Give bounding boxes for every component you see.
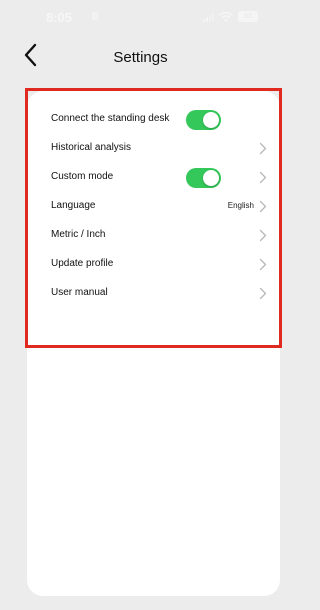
setting-metric-inch[interactable]: Metric / Inch <box>27 221 280 250</box>
language-value: English <box>227 201 254 210</box>
status-icons: 53 <box>199 10 263 24</box>
toggle-knob <box>203 112 219 128</box>
status-time: 8:05 <box>46 10 73 25</box>
chevron-right-icon <box>259 171 267 184</box>
setting-user-manual[interactable]: User manual <box>27 279 280 308</box>
setting-custom-mode[interactable]: Custom mode <box>27 163 280 192</box>
page-title: Settings <box>113 49 168 66</box>
wifi-icon <box>219 11 233 22</box>
setting-label: Historical analysis <box>51 142 132 153</box>
custom-mode-toggle[interactable] <box>186 168 221 188</box>
status-bar: 8:05 53 <box>0 0 281 34</box>
setting-language[interactable]: Language English <box>27 192 280 221</box>
nav-bar: Settings <box>0 34 281 76</box>
chevron-right-icon <box>259 287 267 300</box>
setting-label: Language <box>51 200 96 211</box>
settings-list: Connect the standing desk Historical ana… <box>27 105 280 308</box>
setting-label: Update profile <box>51 258 114 269</box>
setting-update-profile[interactable]: Update profile <box>27 250 280 279</box>
settings-screen: 8:05 53 Settings Connect the standing de… <box>0 0 282 610</box>
chevron-right-icon <box>259 142 267 155</box>
setting-label: Metric / Inch <box>51 229 106 240</box>
signal-icon <box>203 13 214 22</box>
standing-desk-toggle[interactable] <box>186 110 221 130</box>
battery-icon: 53 <box>238 11 258 22</box>
setting-label: User manual <box>51 287 108 298</box>
lock-icon <box>92 12 98 20</box>
toggle-knob <box>203 170 219 186</box>
chevron-right-icon <box>259 229 267 242</box>
setting-label: Custom mode <box>51 171 114 182</box>
chevron-right-icon <box>259 258 267 271</box>
setting-label: Connect the standing desk <box>51 113 170 124</box>
setting-historical-analysis[interactable]: Historical analysis <box>27 134 280 163</box>
chevron-right-icon <box>259 200 267 213</box>
setting-connect-standing-desk[interactable]: Connect the standing desk <box>27 105 280 134</box>
